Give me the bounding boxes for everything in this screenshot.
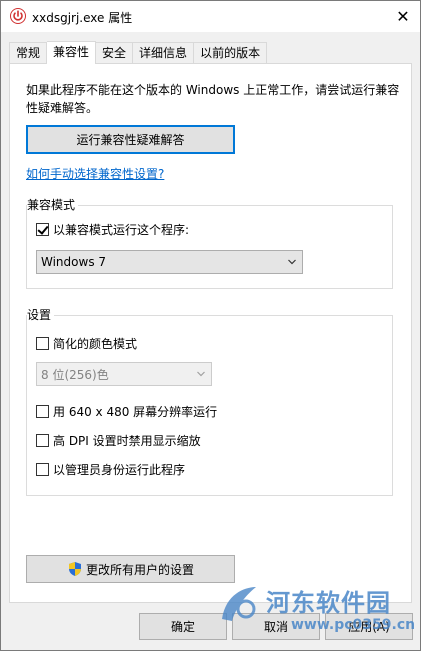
change-all-users-button[interactable]: 更改所有用户的设置 xyxy=(26,555,235,583)
tab-security[interactable]: 安全 xyxy=(96,42,134,64)
run-admin-checkbox[interactable] xyxy=(36,463,49,476)
tab-details[interactable]: 详细信息 xyxy=(133,42,195,64)
os-version-value: Windows 7 xyxy=(41,255,107,269)
high-dpi-checkbox[interactable] xyxy=(36,434,49,447)
troubleshoot-button[interactable]: 运行兼容性疑难解答 xyxy=(26,125,235,154)
properties-window: xxdsgjrj.exe 属性 ✕ 常规 兼容性 安全 详细信息 以前的版本 如… xyxy=(0,0,421,651)
compat-mode-checkbox[interactable] xyxy=(36,223,49,236)
compat-mode-title: 兼容模式 xyxy=(27,197,79,213)
run-admin-label: 以管理员身份运行此程序 xyxy=(53,463,186,477)
window-title: xxdsgjrj.exe 属性 xyxy=(32,11,133,25)
reduced-color-checkbox[interactable] xyxy=(36,337,49,350)
run-admin-row[interactable]: 以管理员身份运行此程序 xyxy=(36,461,185,478)
title-bar[interactable]: xxdsgjrj.exe 属性 ✕ xyxy=(1,1,420,32)
apply-button[interactable]: 应用(A) xyxy=(325,613,413,640)
manual-settings-link[interactable]: 如何手动选择兼容性设置? xyxy=(26,165,164,182)
high-dpi-row[interactable]: 高 DPI 设置时禁用显示缩放 xyxy=(36,432,201,449)
compat-mode-checkbox-row[interactable]: 以兼容模式运行这个程序: xyxy=(36,221,189,238)
cancel-button[interactable]: 取消 xyxy=(232,613,320,640)
compat-mode-label: 以兼容模式运行这个程序: xyxy=(53,223,190,237)
ok-button[interactable]: 确定 xyxy=(139,613,227,640)
tab-general[interactable]: 常规 xyxy=(9,42,48,64)
os-version-select[interactable]: Windows 7 xyxy=(36,250,303,274)
settings-group: 设置 简化的颜色模式 8 位(256)色 用 640 x 480 屏幕分辨率运行… xyxy=(26,307,393,496)
power-icon xyxy=(10,8,26,24)
uac-shield-icon xyxy=(68,562,81,576)
change-all-users-label: 更改所有用户的设置 xyxy=(85,562,194,577)
chevron-down-icon xyxy=(288,259,296,265)
res-640-checkbox[interactable] xyxy=(36,405,49,418)
compatibility-panel: 如果此程序不能在这个版本的 Windows 上正常工作，请尝试运行兼容性疑难解答… xyxy=(9,63,412,603)
tab-previous-versions[interactable]: 以前的版本 xyxy=(194,42,268,64)
high-dpi-label: 高 DPI 设置时禁用显示缩放 xyxy=(53,434,201,448)
res-640-row[interactable]: 用 640 x 480 屏幕分辨率运行 xyxy=(36,403,217,420)
chevron-down-icon xyxy=(197,371,205,377)
res-640-label: 用 640 x 480 屏幕分辨率运行 xyxy=(53,405,218,419)
tab-compatibility[interactable]: 兼容性 xyxy=(47,41,97,64)
intro-text: 如果此程序不能在这个版本的 Windows 上正常工作，请尝试运行兼容性疑难解答… xyxy=(26,83,400,115)
color-depth-select: 8 位(256)色 xyxy=(36,362,212,386)
compat-mode-group: 兼容模式 以兼容模式运行这个程序: Windows 7 xyxy=(26,197,393,289)
close-icon: ✕ xyxy=(396,7,410,26)
reduced-color-row[interactable]: 简化的颜色模式 xyxy=(36,335,137,352)
close-button[interactable]: ✕ xyxy=(386,1,420,32)
settings-title: 设置 xyxy=(27,307,55,323)
color-depth-value: 8 位(256)色 xyxy=(41,367,109,382)
tab-strip: 常规 兼容性 安全 详细信息 以前的版本 xyxy=(9,41,268,64)
reduced-color-label: 简化的颜色模式 xyxy=(53,337,138,351)
